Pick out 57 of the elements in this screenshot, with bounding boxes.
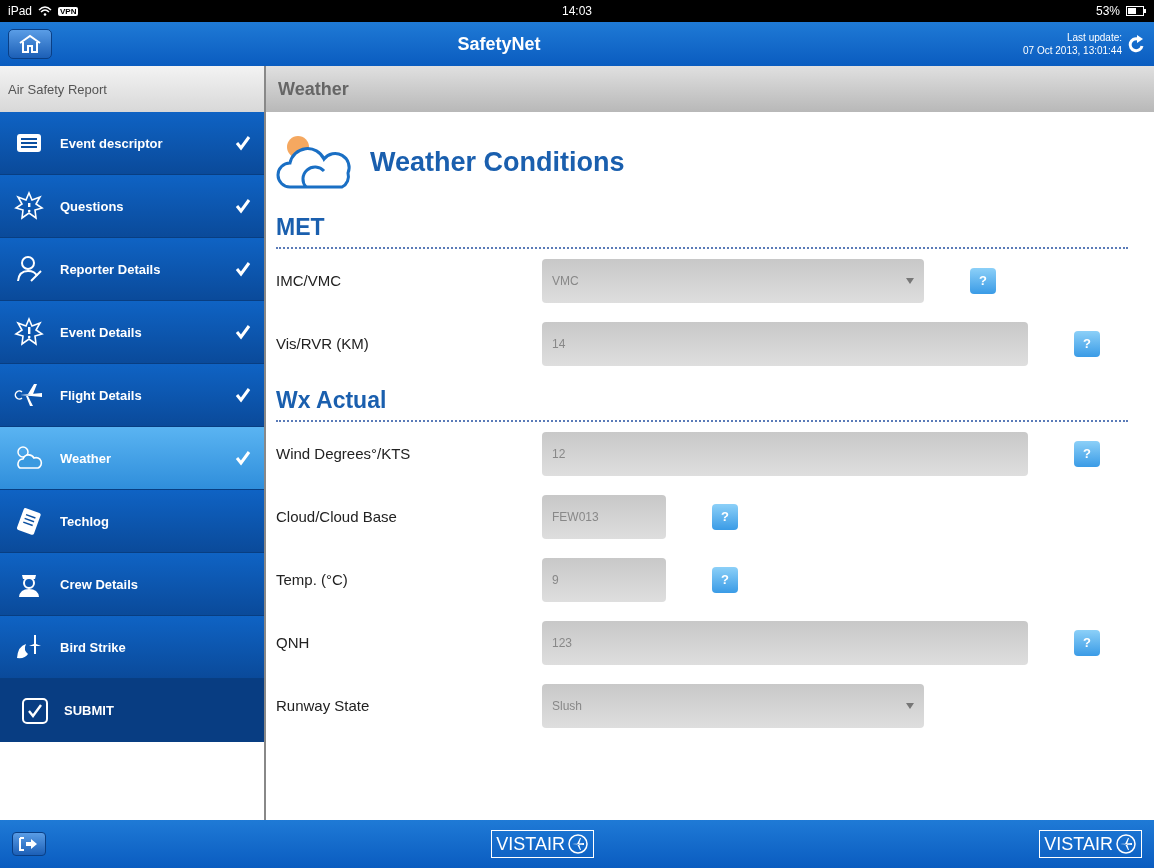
- submit-button[interactable]: SUBMIT: [0, 679, 264, 742]
- field-label: Wind Degrees°/KTS: [276, 445, 412, 462]
- help-button[interactable]: ?: [1074, 330, 1100, 357]
- section-heading: Wx Actual: [276, 387, 387, 413]
- battery-icon: [1126, 6, 1146, 16]
- device-name: iPad: [8, 4, 33, 18]
- checkbox-icon: [22, 697, 48, 724]
- page-title: Weather Conditions: [370, 146, 625, 178]
- sidebar-item[interactable]: Event Details: [0, 301, 264, 364]
- input-field[interactable]: 123: [542, 620, 1028, 665]
- dropdown-field[interactable]: Slush: [542, 683, 924, 728]
- vpn-badge: VPN: [58, 6, 79, 16]
- update-time: 07 Oct 2013, 13:01:44: [1023, 44, 1122, 57]
- input-field[interactable]: FEW013: [542, 494, 666, 539]
- sidebar-item[interactable]: Reporter Details: [0, 238, 264, 301]
- logo: VISTAIR: [491, 830, 594, 858]
- help-button[interactable]: ?: [970, 267, 996, 294]
- field-label: Temp. (°C): [276, 571, 349, 588]
- logo: VISTAIR: [1039, 830, 1142, 858]
- input-field[interactable]: 14: [542, 321, 1028, 366]
- page-header: Weather: [278, 78, 349, 100]
- status-time: 14:03: [562, 4, 592, 18]
- exit-button[interactable]: [12, 832, 46, 856]
- app-title: SafetyNet: [457, 33, 541, 55]
- section-heading: MET: [276, 214, 325, 240]
- refresh-icon[interactable]: [1128, 34, 1146, 54]
- field-label: Vis/RVR (KM): [276, 335, 370, 352]
- caret-icon: [906, 702, 914, 709]
- sidebar-item[interactable]: Flight Details: [0, 364, 264, 427]
- input-field[interactable]: 12: [542, 431, 1028, 476]
- sidebar-item[interactable]: Questions: [0, 175, 264, 238]
- sidebar-item[interactable]: Crew Details: [0, 553, 264, 616]
- dropdown-field[interactable]: VMC: [542, 258, 924, 303]
- help-button[interactable]: ?: [712, 503, 738, 530]
- exit-icon: [19, 837, 39, 851]
- field-label: QNH: [276, 634, 311, 651]
- sidebar-item[interactable]: Bird Strike: [0, 616, 264, 679]
- caret-icon: [906, 277, 914, 284]
- sidebar-title: Air Safety Report: [8, 81, 107, 97]
- help-button[interactable]: ?: [1074, 629, 1100, 656]
- sidebar-item[interactable]: Event descriptor: [0, 112, 264, 175]
- help-button[interactable]: ?: [712, 566, 738, 593]
- input-field[interactable]: 9: [542, 557, 666, 602]
- sidebar-item[interactable]: Techlog: [0, 490, 264, 553]
- field-label: IMC/VMC: [276, 272, 342, 289]
- home-icon: [18, 34, 42, 54]
- battery-percent: 53%: [1095, 4, 1120, 18]
- sidebar-item[interactable]: Weather: [0, 427, 264, 490]
- update-label: Last update:: [1066, 31, 1122, 44]
- field-label: Runway State: [276, 697, 371, 714]
- field-label: Cloud/Cloud Base: [276, 508, 398, 525]
- person-icon: [14, 254, 44, 284]
- help-button[interactable]: ?: [1074, 440, 1100, 467]
- starburst-icon: [14, 191, 44, 221]
- wifi-icon: [38, 6, 53, 16]
- starburst-icon: [14, 317, 44, 347]
- home-button[interactable]: [8, 29, 52, 59]
